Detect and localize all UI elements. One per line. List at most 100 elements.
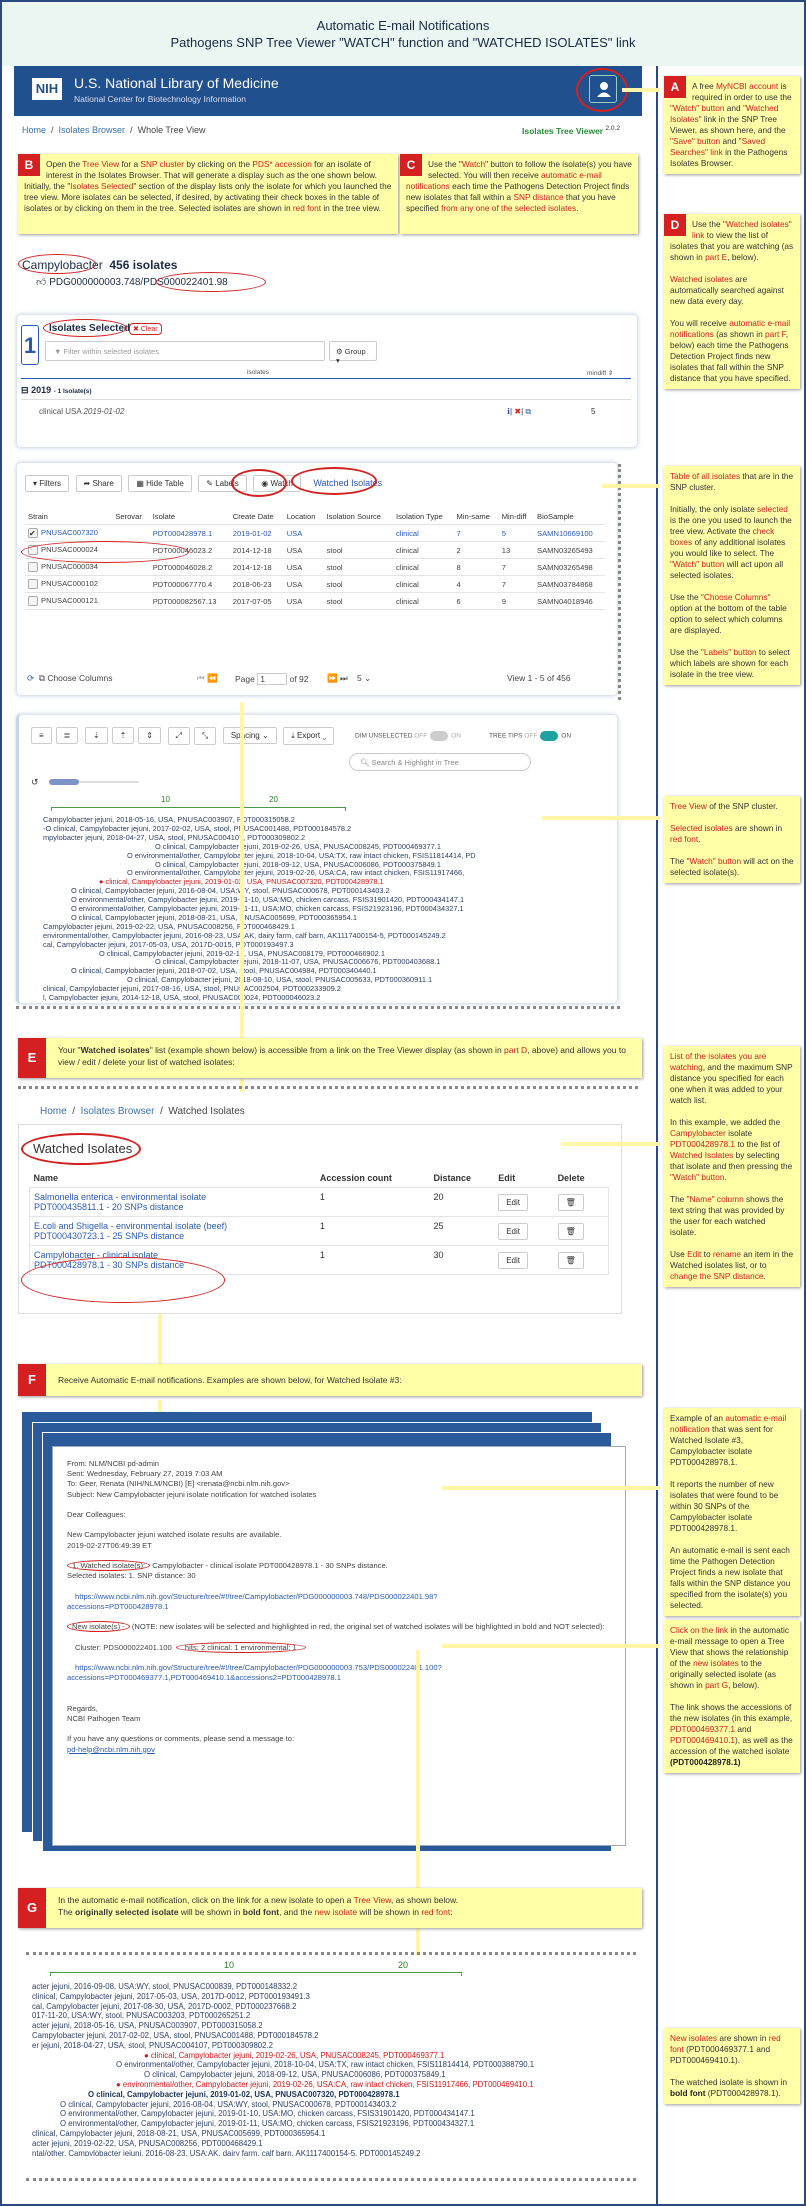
- cell-isolate[interactable]: PDT000082567.13: [149, 592, 230, 610]
- first-page-button[interactable]: ⏮ ⏪: [197, 673, 218, 684]
- cell-isolate[interactable]: PDT000067770.4: [149, 575, 230, 593]
- email-link1[interactable]: https://www.ncbi.nlm.nih.gov/Structure/t…: [67, 1592, 611, 1602]
- help-email-link[interactable]: pd-help@ncbi.nlm.nih.gov: [67, 1745, 611, 1755]
- watched-name-line1[interactable]: E.coli and Shigella - environmental isol…: [34, 1221, 312, 1231]
- group-dropdown[interactable]: ⚙ Group ▾: [329, 341, 377, 365]
- sort-asc-button[interactable]: ⇣: [84, 727, 108, 744]
- sort-toggle-button[interactable]: ⇕: [138, 727, 161, 744]
- group-row[interactable]: ⊟ 2019 - 1 Isolate(s): [21, 385, 92, 396]
- column-header[interactable]: Isolation Type: [393, 509, 454, 525]
- tree-leaf[interactable]: cal, Campylobacter jejuni, 2017-08-30, U…: [32, 2002, 296, 2012]
- cell-biosample[interactable]: SAMN04018946: [534, 592, 605, 610]
- tree-canvas[interactable]: Campylobacter jejuni, 2018-05-16, USA, P…: [19, 811, 617, 1001]
- collapse-button[interactable]: ⤡: [193, 727, 217, 745]
- email-link2-cont[interactable]: accessions=PDT000469377.1,PDT000469410.1…: [67, 1673, 611, 1683]
- table-row[interactable]: PNUSAC000121 PDT000082567.13 2017-07-05 USA…: [25, 592, 605, 610]
- spacing-dropdown[interactable]: Spacing ⌄: [222, 727, 277, 744]
- email-link2[interactable]: https://www.ncbi.nlm.nih.gov/Structure/t…: [67, 1663, 611, 1673]
- tree-search-input[interactable]: 🔍︎ Search & Highlight in Tree: [349, 753, 531, 771]
- export-dropdown[interactable]: ⤓ Export ⌄: [283, 727, 335, 745]
- info-icon[interactable]: ℹ: [507, 407, 510, 416]
- tree-tips-toggle[interactable]: TREE TIPS OFF ON: [489, 731, 571, 741]
- cell-strain[interactable]: PNUSAC000121: [25, 592, 113, 610]
- column-header[interactable]: Create Date: [229, 509, 284, 525]
- row-checkbox[interactable]: [28, 579, 38, 589]
- col-mindiff[interactable]: mindiff ⇕: [587, 369, 613, 377]
- cell-strain[interactable]: PNUSAC000102: [25, 575, 113, 593]
- table-row[interactable]: PNUSAC000102 PDT000067770.4 2018-06-23 USA s…: [25, 575, 605, 593]
- cell-biosample[interactable]: SAMN03784868: [534, 575, 605, 593]
- trash-icon[interactable]: 🗑︎: [557, 1222, 584, 1240]
- cell-strain[interactable]: ✔ PNUSAC007320: [25, 524, 113, 542]
- column-header[interactable]: Isolation Source: [323, 509, 393, 525]
- tree-leaf[interactable]: O environmental/other, Campylobacter jej…: [116, 2060, 534, 2070]
- tree-leaf[interactable]: ntal/other, Campylobacter jejuni, 2016-0…: [32, 2149, 421, 2156]
- page-size-select[interactable]: 5 ⌄: [357, 673, 371, 684]
- tree-leaf[interactable]: Campylobacter jejuni, 2017-02-02, USA, s…: [32, 2031, 319, 2041]
- dim-toggle-switch[interactable]: [430, 731, 449, 741]
- row-checkbox[interactable]: [28, 562, 38, 572]
- tree-leaf[interactable]: O environmental/other, Campylobacter jej…: [60, 2109, 475, 2119]
- watched-name-line1[interactable]: Salmonella enterica - environmental isol…: [34, 1192, 312, 1202]
- cell-biosample[interactable]: SAMN10669100: [534, 524, 605, 542]
- cell-isolate[interactable]: PDT000428978.1: [149, 524, 230, 542]
- edit-button[interactable]: Edit: [498, 1222, 528, 1240]
- column-header[interactable]: Min-diff: [498, 509, 535, 525]
- tree-leaf[interactable]: er jejuni, 2018-04-27, USA, stool, PNUSA…: [32, 2041, 273, 2051]
- table-row[interactable]: ✔ PNUSAC007320 PDT000428978.1 2019-01-02 USA…: [25, 524, 605, 542]
- next-page-button[interactable]: ⏩ ⏭: [327, 673, 348, 684]
- sort-desc-button[interactable]: ⇡: [111, 727, 135, 744]
- tree-leaf[interactable]: clinical, Campylobacter jejuni, 2017-05-…: [32, 1992, 310, 2002]
- filter-selected-input[interactable]: ▼ Filter within selected isolates: [45, 341, 325, 361]
- row-checkbox[interactable]: ✔: [28, 528, 38, 538]
- breadcrumb-isolates-browser[interactable]: Isolates Browser: [59, 125, 126, 135]
- breadcrumb-isolates-browser[interactable]: Isolates Browser: [81, 1106, 155, 1117]
- tips-toggle-switch[interactable]: [540, 731, 559, 741]
- watched-name-line2[interactable]: PDT000435811.1 - 20 SNPs distance: [34, 1202, 312, 1212]
- clear-button[interactable]: ✖ Clear: [129, 323, 162, 335]
- breadcrumb-home[interactable]: Home: [22, 125, 46, 135]
- watched-name-line1[interactable]: Campylobacter - clinical isolate: [34, 1250, 312, 1260]
- share-button[interactable]: ➦ Share: [75, 475, 122, 492]
- tree-leaf[interactable]: O clinical, Campylobacter jejuni, 2016-0…: [60, 2100, 396, 2110]
- column-header[interactable]: BioSample: [534, 509, 605, 525]
- tree-leaf[interactable]: clinical, Campylobacter jejuni, 2018-08-…: [32, 2129, 325, 2139]
- cell-biosample[interactable]: SAMN03265493: [534, 541, 605, 559]
- column-header[interactable]: Isolate: [149, 509, 230, 525]
- zoom-slider-handle[interactable]: [49, 779, 79, 785]
- watched-name[interactable]: Salmonella enterica - environmental isol…: [30, 1188, 316, 1217]
- choose-columns-button[interactable]: ⧉ Choose Columns: [39, 673, 113, 683]
- column-header[interactable]: Strain: [25, 509, 113, 525]
- watched-name-line2[interactable]: PDT000430723.1 - 25 SNPs distance: [34, 1231, 312, 1241]
- dim-unselected-toggle[interactable]: DIM UNSELECTED OFF ON: [355, 731, 461, 741]
- watched-name[interactable]: E.coli and Shigella - environmental isol…: [30, 1217, 316, 1246]
- expand-button[interactable]: ⤢: [167, 727, 190, 745]
- collapse-icon[interactable]: ⊟: [21, 385, 29, 395]
- zoom-slider[interactable]: [49, 779, 139, 785]
- tree-leaf[interactable]: acter jejuni, 2016-09-08, USA:WY, stool,…: [32, 1982, 297, 1992]
- page-input[interactable]: 1: [257, 673, 288, 685]
- cell-isolate[interactable]: PDT000046028.2: [149, 558, 230, 576]
- column-header[interactable]: Location: [283, 509, 324, 525]
- tree-leaf[interactable]: ● environmental/other, Campylobacter jej…: [116, 2080, 534, 2090]
- tree-leaf[interactable]: l, Campylobacter jejuni, 2014-12-18, USA…: [43, 993, 320, 1001]
- column-header[interactable]: Serovar: [112, 509, 150, 525]
- tree-leaf[interactable]: 017-11-20, USA:WY, stool, PNUSAC003203, …: [32, 2011, 250, 2021]
- tree-leaf[interactable]: O clinical, Campylobacter jejuni, 2018-0…: [144, 2070, 446, 2080]
- remove-icon[interactable]: ✖: [514, 407, 521, 416]
- tree-leaf[interactable]: O clinical, Campylobacter jejuni, 2019-0…: [88, 2090, 400, 2100]
- trash-icon[interactable]: 🗑︎: [557, 1193, 584, 1211]
- breadcrumb-home[interactable]: Home: [40, 1106, 67, 1117]
- edit-button[interactable]: Edit: [498, 1251, 528, 1269]
- trash-icon[interactable]: 🗑︎: [557, 1251, 584, 1269]
- external-link-icon[interactable]: ⧉: [525, 407, 531, 416]
- reset-zoom-button[interactable]: ↺: [31, 777, 39, 788]
- align-left-button[interactable]: ≡: [31, 727, 52, 744]
- row-checkbox[interactable]: [28, 596, 38, 606]
- cluster-pdg[interactable]: PDG000000003.748: [49, 277, 140, 288]
- tree-leaf[interactable]: acter jejuni, 2018-05-16, USA, PNUSAC003…: [32, 2021, 263, 2031]
- email-link1-cont[interactable]: accessions=PDT000428978.1: [67, 1602, 611, 1612]
- column-header[interactable]: Min-same: [453, 509, 499, 525]
- tree-leaf[interactable]: O environmental/other, Campylobacter jej…: [60, 2119, 474, 2129]
- tree2-canvas[interactable]: acter jejuni, 2016-09-08, USA:WY, stool,…: [26, 1978, 636, 2156]
